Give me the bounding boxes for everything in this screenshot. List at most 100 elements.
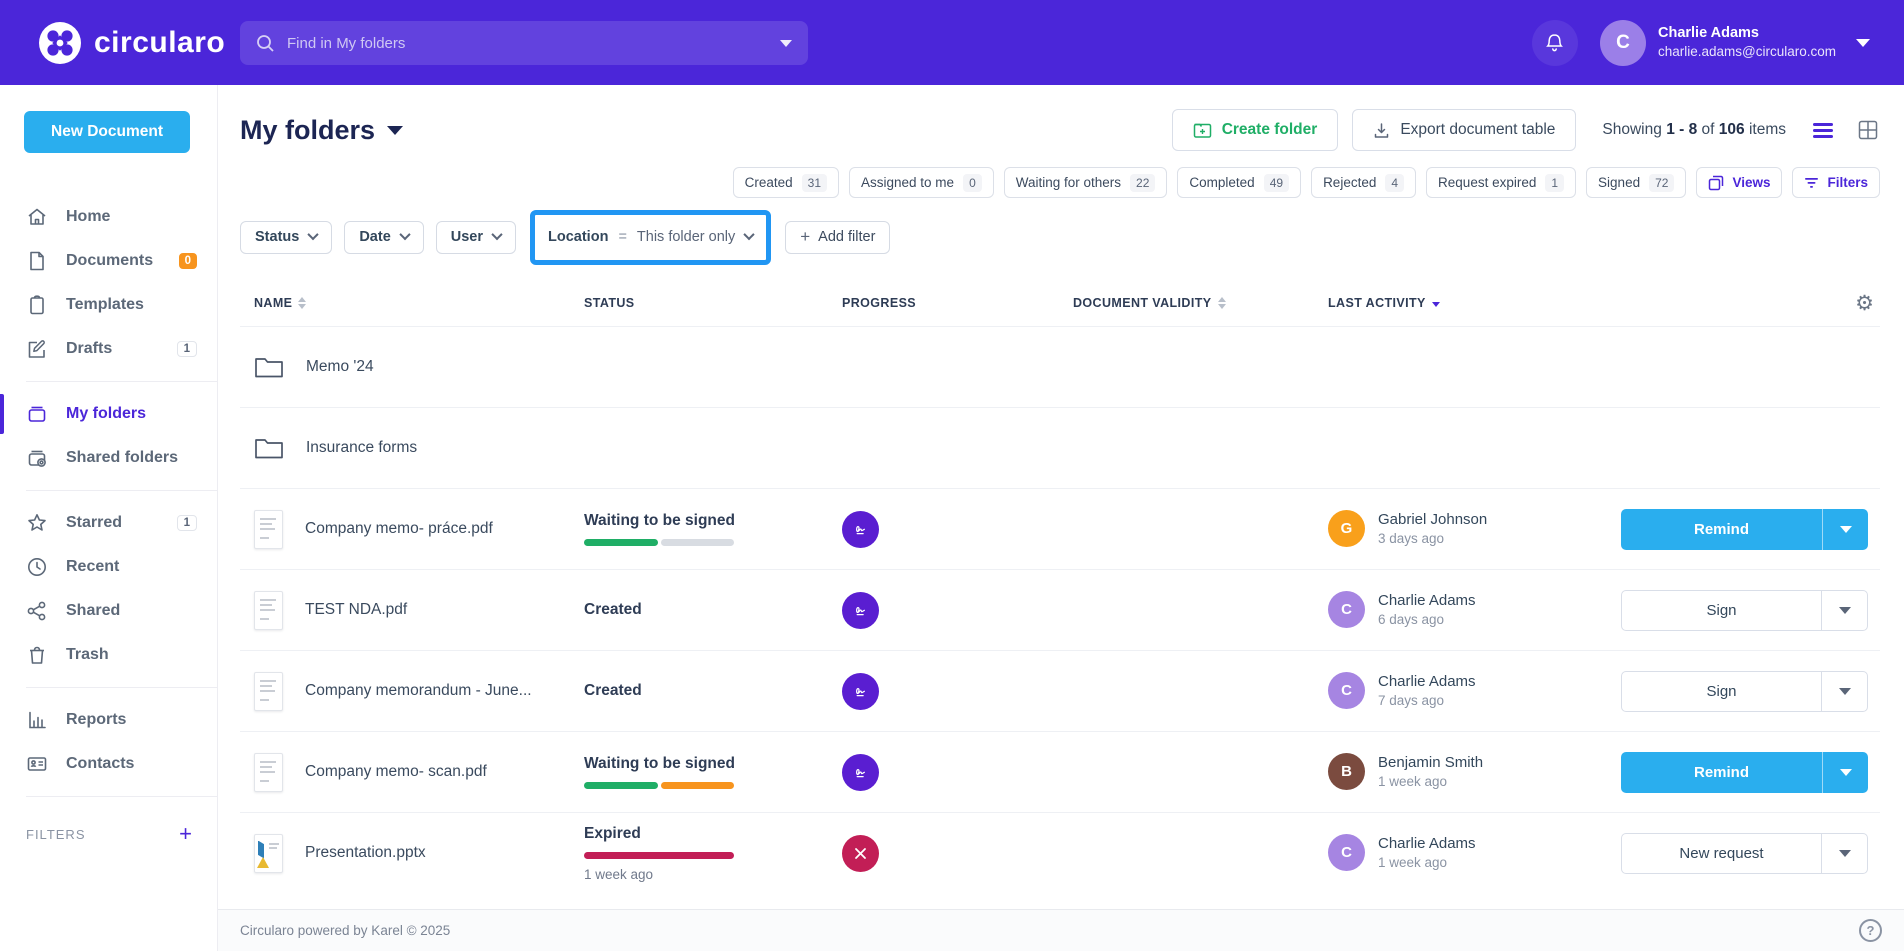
search-scope-caret-icon[interactable]: [780, 40, 792, 47]
table-row-document[interactable]: Presentation.pptx Expired 1 week ago: [240, 812, 1880, 893]
action-dropdown-button[interactable]: [1822, 509, 1868, 550]
table-row-document[interactable]: Company memo- scan.pdf Waiting to be sig…: [240, 731, 1880, 812]
sidebar-item-home[interactable]: Home: [0, 195, 217, 239]
chip-count: 72: [1649, 174, 1674, 192]
chip-assigned-to-me[interactable]: Assigned to me0: [849, 167, 994, 198]
sidebar-item-drafts[interactable]: Drafts 1: [0, 327, 217, 371]
document-name: Presentation.pptx: [305, 844, 426, 862]
signature-progress-icon[interactable]: [842, 511, 879, 548]
plus-icon: +: [800, 227, 810, 247]
brand-logo[interactable]: circularo: [38, 21, 225, 65]
new-request-button[interactable]: New request: [1622, 834, 1821, 873]
sign-button[interactable]: Sign: [1622, 672, 1821, 711]
documents-table: NAME STATUS PROGRESS DOCUMENT VALIDITY L…: [240, 280, 1880, 893]
expired-cross-icon[interactable]: [842, 835, 879, 872]
bell-icon: [1544, 32, 1565, 54]
sidebar-item-shared[interactable]: Shared: [0, 589, 217, 633]
table-row-folder[interactable]: Insurance forms: [240, 407, 1880, 488]
chip-signed[interactable]: Signed72: [1586, 167, 1686, 198]
share-icon: [26, 600, 48, 622]
notifications-button[interactable]: [1532, 20, 1578, 66]
sidebar-item-shared-folders[interactable]: Shared folders: [0, 436, 217, 480]
table-row-folder[interactable]: Memo '24: [240, 326, 1880, 407]
sidebar-item-contacts[interactable]: Contacts: [0, 742, 217, 786]
document-name: Company memo- scan.pdf: [305, 763, 487, 781]
list-view-button[interactable]: [1810, 120, 1836, 141]
table-row-document[interactable]: TEST NDA.pdf Created C Charlie Adams 6 d…: [240, 569, 1880, 650]
sign-button[interactable]: Sign: [1622, 591, 1821, 630]
sort-icon: [1218, 297, 1226, 309]
sidebar-item-recent[interactable]: Recent: [0, 545, 217, 589]
chip-completed[interactable]: Completed49: [1177, 167, 1301, 198]
action-dropdown-button[interactable]: [1821, 591, 1867, 630]
user-filter-dropdown[interactable]: User: [436, 221, 516, 254]
remind-button[interactable]: Remind: [1621, 752, 1822, 793]
status-filter-dropdown[interactable]: Status: [240, 221, 332, 254]
pptx-thumbnail: [254, 834, 283, 873]
signature-progress-icon[interactable]: [842, 754, 879, 791]
action-dropdown-button[interactable]: [1821, 672, 1867, 711]
starred-badge: 1: [177, 515, 197, 531]
table-row-document[interactable]: Company memo- práce.pdf Waiting to be si…: [240, 488, 1880, 569]
action-dropdown-button[interactable]: [1822, 752, 1868, 793]
remind-button[interactable]: Remind: [1621, 509, 1822, 550]
sidebar-item-trash[interactable]: Trash: [0, 633, 217, 677]
chevron-down-icon: [308, 228, 319, 239]
filters-button[interactable]: Filters: [1792, 167, 1880, 198]
date-filter-dropdown[interactable]: Date: [344, 221, 423, 254]
chip-rejected[interactable]: Rejected4: [1311, 167, 1416, 198]
column-header-progress[interactable]: PROGRESS: [842, 296, 1073, 310]
sidebar-divider: [26, 796, 217, 797]
table-row-document[interactable]: Company memorandum - June... Created C C…: [240, 650, 1880, 731]
chip-waiting-for-others[interactable]: Waiting for others22: [1004, 167, 1168, 198]
table-settings-gear-icon[interactable]: ⚙: [1855, 291, 1874, 316]
clipboard-icon: [26, 294, 48, 316]
chip-created[interactable]: Created31: [733, 167, 839, 198]
export-table-label: Export document table: [1400, 121, 1555, 139]
folder-switch-caret-icon[interactable]: [387, 126, 403, 135]
sidebar-item-starred[interactable]: Starred 1: [0, 501, 217, 545]
activity-time: 6 days ago: [1378, 611, 1476, 630]
folders-icon: [26, 403, 48, 425]
views-button[interactable]: Views: [1696, 167, 1782, 198]
activity-time: 3 days ago: [1378, 530, 1487, 549]
column-header-document-validity[interactable]: DOCUMENT VALIDITY: [1073, 296, 1328, 310]
filter-bar: Status Date User Location = This folder …: [240, 214, 1880, 260]
user-avatar: B: [1328, 753, 1365, 790]
user-menu[interactable]: C Charlie Adams charlie.adams@circularo.…: [1600, 20, 1870, 66]
action-dropdown-button[interactable]: [1821, 834, 1867, 873]
search-input[interactable]: [287, 35, 780, 52]
folder-icon: [254, 436, 284, 460]
new-document-button[interactable]: New Document: [24, 111, 190, 153]
signature-progress-icon[interactable]: [842, 592, 879, 629]
column-header-status[interactable]: STATUS: [584, 296, 842, 310]
column-header-last-activity[interactable]: LAST ACTIVITY: [1328, 296, 1621, 310]
progress-bar: [584, 539, 734, 546]
sidebar-item-label: Shared folders: [66, 449, 197, 467]
sidebar-divider: [26, 687, 217, 688]
help-button[interactable]: ?: [1859, 919, 1882, 942]
showing-count: Showing 1 - 8 of 106 items: [1602, 121, 1786, 139]
location-filter-dropdown[interactable]: Location = This folder only: [542, 221, 759, 254]
sidebar-item-documents[interactable]: Documents 0: [0, 239, 217, 283]
export-document-table-button[interactable]: Export document table: [1352, 109, 1576, 151]
column-header-name[interactable]: NAME: [254, 296, 584, 310]
signature-progress-icon[interactable]: [842, 673, 879, 710]
pdf-thumbnail: [254, 753, 283, 792]
create-folder-label: Create folder: [1222, 121, 1318, 139]
add-saved-filter-button[interactable]: +: [179, 823, 193, 845]
sidebar-item-my-folders[interactable]: My folders: [0, 392, 217, 436]
sidebar-item-templates[interactable]: Templates: [0, 283, 217, 327]
chip-request-expired[interactable]: Request expired1: [1426, 167, 1576, 198]
progress-bar: [584, 782, 734, 789]
chip-count: 4: [1385, 174, 1404, 192]
pdf-thumbnail: [254, 591, 283, 630]
search-icon: [256, 34, 275, 53]
chip-count: 31: [802, 174, 827, 192]
create-folder-button[interactable]: Create folder: [1172, 109, 1339, 151]
grid-view-button[interactable]: [1856, 118, 1880, 142]
activity-user-name: Charlie Adams: [1378, 671, 1476, 692]
sidebar-item-reports[interactable]: Reports: [0, 698, 217, 742]
add-filter-button[interactable]: + Add filter: [785, 221, 890, 254]
star-icon: [26, 512, 48, 534]
